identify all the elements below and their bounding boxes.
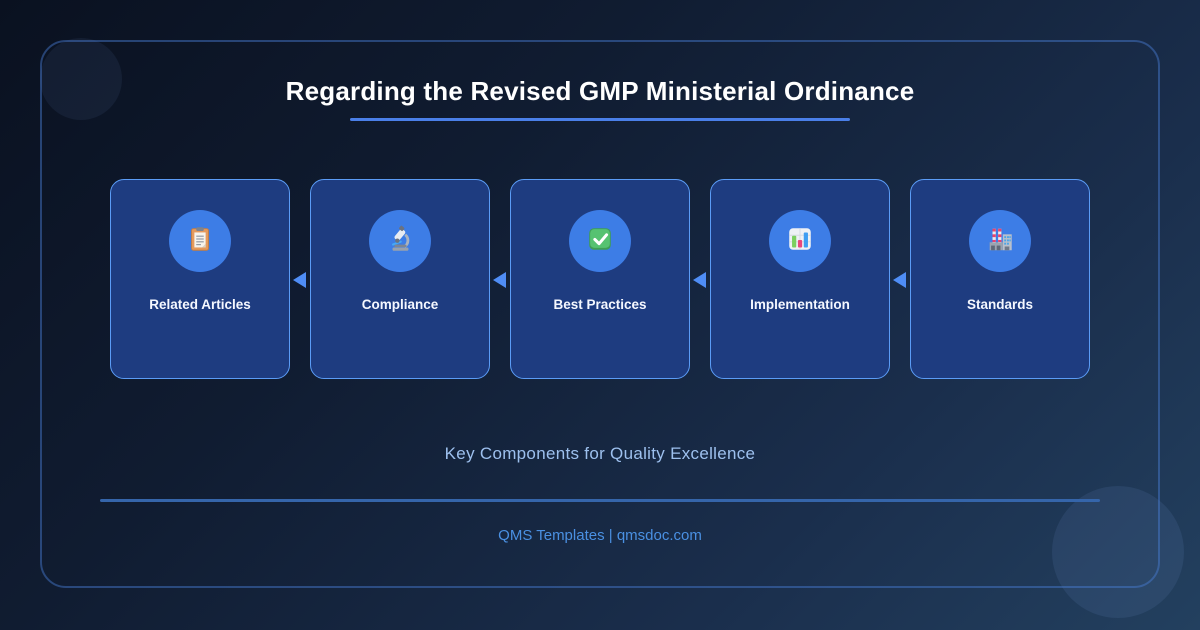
left-arrow-icon [893, 272, 906, 288]
footer-credit: QMS Templates | qmsdoc.com [498, 527, 702, 544]
bar-chart-icon [785, 224, 815, 259]
icon-circle [169, 210, 231, 272]
card-implementation: Implementation [710, 179, 890, 379]
card-label: Implementation [750, 297, 850, 312]
clipboard-icon [185, 224, 215, 259]
component-cards-row: Related Articles Compliance Best Practic… [110, 179, 1090, 379]
title-underline [350, 118, 850, 121]
infographic-canvas: Regarding the Revised GMP Ministerial Or… [0, 0, 1200, 630]
card-related-articles: Related Articles [110, 179, 290, 379]
icon-circle [969, 210, 1031, 272]
card-label: Standards [966, 297, 1034, 312]
card-standards: Standards [910, 179, 1090, 379]
page-title: Regarding the Revised GMP Ministerial Or… [285, 76, 915, 106]
check-mark-icon [585, 224, 615, 259]
icon-circle [369, 210, 431, 272]
card-compliance: Compliance [310, 179, 490, 379]
subtitle: Key Components for Quality Excellence [444, 444, 756, 463]
left-arrow-icon [493, 272, 506, 288]
card-label: Best Practices [553, 297, 647, 312]
card-best-practices: Best Practices [510, 179, 690, 379]
factory-icon [985, 224, 1015, 259]
card-label: Compliance [361, 297, 439, 312]
microscope-icon [385, 224, 415, 259]
card-label: Related Articles [149, 297, 251, 312]
left-arrow-icon [293, 272, 306, 288]
icon-circle [769, 210, 831, 272]
icon-circle [569, 210, 631, 272]
left-arrow-icon [693, 272, 706, 288]
footer-divider [100, 499, 1100, 502]
